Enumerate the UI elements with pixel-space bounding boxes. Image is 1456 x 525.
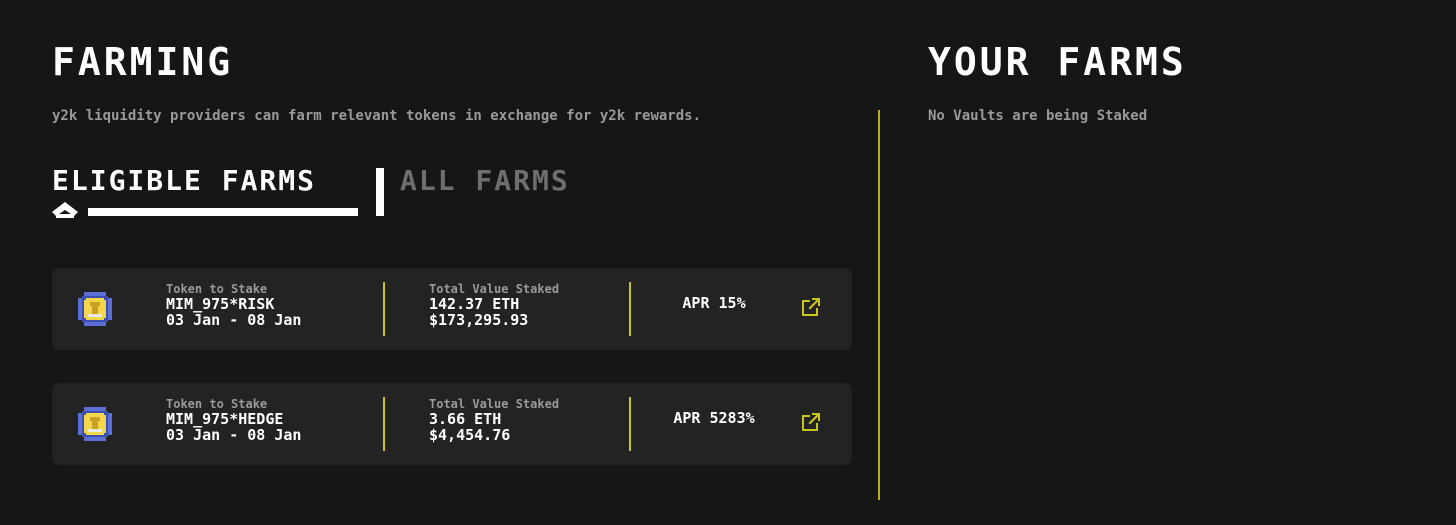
card-divider <box>383 282 385 336</box>
token-label: Token to Stake <box>166 282 268 296</box>
apr-value: APR 15% <box>682 294 746 312</box>
farming-section: FARMING y2k liquidity providers can farm… <box>52 0 862 525</box>
tvs-info: Total Value Staked 3.66 ETH $4,454.76 <box>429 397 559 443</box>
farming-description: y2k liquidity providers can farm relevan… <box>52 108 702 124</box>
token-name: MIM_975*RISK <box>166 295 275 313</box>
tab-eligible-farms[interactable]: ELIGIBLE FARMS <box>52 164 316 198</box>
token-name: MIM_975*HEDGE <box>166 410 284 428</box>
active-tab-arrow-icon <box>52 202 78 218</box>
card-divider <box>383 397 385 451</box>
external-link-icon[interactable] <box>800 411 822 433</box>
page-title: FARMING <box>52 40 234 84</box>
your-farms-title: YOUR FARMS <box>928 40 1187 84</box>
token-info: Token to Stake MIM_975*RISK 03 Jan - 08 … <box>166 282 301 328</box>
tvs-usd: $173,295.93 <box>429 311 529 329</box>
tvs-info: Total Value Staked 142.37 ETH $173,295.9… <box>429 282 559 328</box>
apr-value: APR 5283% <box>673 409 755 427</box>
your-farms-section: YOUR FARMS No Vaults are being Staked <box>928 0 1428 525</box>
mim-token-icon <box>78 292 112 326</box>
mim-token-icon <box>78 407 112 441</box>
date-range: 03 Jan - 08 Jan <box>166 311 302 329</box>
external-link-icon[interactable] <box>800 296 822 318</box>
tvs-usd: $4,454.76 <box>429 426 511 444</box>
tvs-eth: 142.37 ETH <box>429 295 520 313</box>
date-range: 03 Jan - 08 Jan <box>166 426 302 444</box>
section-divider <box>878 110 880 500</box>
tab-divider <box>376 168 384 216</box>
tvs-label: Total Value Staked <box>429 397 560 411</box>
token-info: Token to Stake MIM_975*HEDGE 03 Jan - 08… <box>166 397 301 443</box>
farm-tabs: ELIGIBLE FARMS ALL FARMS <box>52 164 672 220</box>
tvs-label: Total Value Staked <box>429 282 560 296</box>
empty-state-message: No Vaults are being Staked <box>928 108 1148 124</box>
tab-all-farms[interactable]: ALL FARMS <box>400 164 570 198</box>
card-divider <box>629 397 631 451</box>
active-tab-underline <box>88 208 358 216</box>
card-divider <box>629 282 631 336</box>
token-label: Token to Stake <box>166 397 268 411</box>
tvs-eth: 3.66 ETH <box>429 410 502 428</box>
farm-card[interactable]: Token to Stake MIM_975*HEDGE 03 Jan - 08… <box>52 383 852 465</box>
farm-card[interactable]: Token to Stake MIM_975*RISK 03 Jan - 08 … <box>52 268 852 350</box>
